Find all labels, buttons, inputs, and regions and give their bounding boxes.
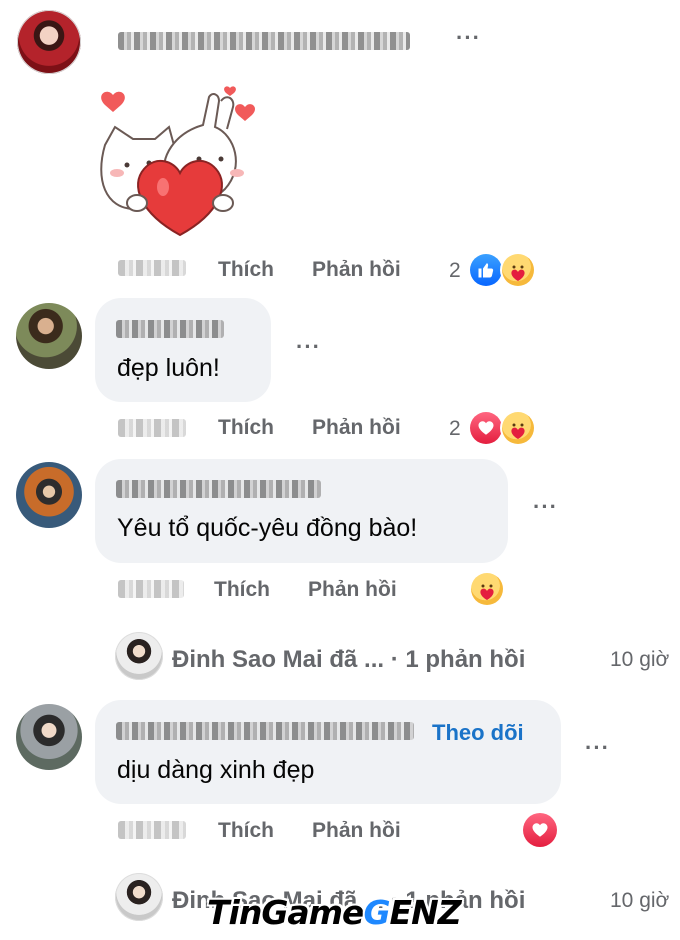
follow-button[interactable]: Theo dõi (432, 720, 524, 746)
more-options-button[interactable]: ··· (296, 334, 321, 360)
like-button[interactable]: Thích (218, 416, 274, 440)
reply-avatar[interactable] (115, 873, 163, 921)
reply-button[interactable]: Phản hồi (308, 578, 397, 602)
watermark-text-2: G (363, 893, 390, 932)
replies-link[interactable]: Đinh Sao Mai đã ... · 1 phản hồi (172, 646, 525, 674)
like-button[interactable]: Thích (218, 819, 274, 843)
like-icon (470, 254, 502, 286)
more-options-button[interactable]: ··· (585, 735, 610, 761)
reply-button[interactable]: Phản hồi (312, 258, 401, 282)
reply-time: 10 giờ (610, 889, 670, 912)
like-button[interactable]: Thích (214, 578, 270, 602)
comment-time[interactable] (118, 419, 186, 437)
comment-bubble (95, 298, 271, 402)
comment-time[interactable] (118, 580, 184, 598)
reply-avatar[interactable] (115, 632, 163, 680)
commenter-avatar[interactable] (16, 303, 82, 369)
care-icon (471, 573, 503, 605)
watermark-text-3: ENZ (389, 893, 462, 932)
comment-bubble (95, 700, 561, 804)
comment-time[interactable] (118, 821, 186, 839)
separator: · (390, 646, 399, 673)
comment-text: đẹp luôn! (117, 354, 220, 382)
reply-button[interactable]: Phản hồi (312, 819, 401, 843)
comment-text: dịu dàng xinh đẹp (117, 756, 315, 784)
love-icon (470, 412, 502, 444)
blurred-commenter-name[interactable] (116, 320, 224, 338)
reply-time: 10 giờ (610, 648, 670, 671)
reaction-count[interactable]: 2 (449, 417, 461, 441)
like-button[interactable]: Thích (218, 258, 274, 282)
blurred-commenter-name[interactable] (116, 480, 321, 498)
more-options-button[interactable]: ··· (456, 25, 481, 51)
care-icon (502, 412, 534, 444)
more-options-button[interactable]: ··· (533, 494, 558, 520)
comment-bubble (95, 459, 508, 563)
comment-text: Yêu tổ quốc-yêu đồng bào! (117, 514, 418, 542)
watermark-logo: TinGameGENZ (207, 893, 462, 932)
commenter-avatar[interactable] (17, 10, 81, 74)
commenter-avatar[interactable] (16, 704, 82, 770)
reply-author: Đinh Sao Mai đã ... (172, 646, 385, 673)
reaction-count[interactable]: 2 (449, 259, 461, 283)
blurred-commenter-name[interactable] (118, 32, 410, 50)
love-icon (523, 813, 557, 847)
blurred-commenter-name[interactable] (116, 722, 414, 740)
reply-button[interactable]: Phản hồi (312, 416, 401, 440)
commenter-avatar[interactable] (16, 462, 82, 528)
comment-time[interactable] (118, 260, 186, 276)
reply-count: 1 phản hồi (405, 646, 526, 673)
care-icon (502, 254, 534, 286)
cat-bunny-heart-sticker (100, 86, 255, 237)
watermark-text-1: TinGame (207, 893, 364, 932)
